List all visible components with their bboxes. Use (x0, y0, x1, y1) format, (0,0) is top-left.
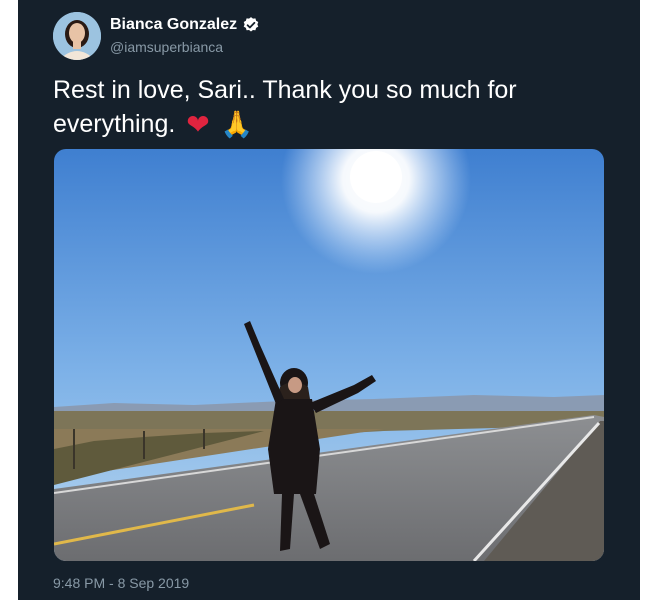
tweet-timestamp[interactable]: 9:48 PM - 8 Sep 2019 (53, 575, 189, 591)
praying-hands-emoji: 🙏 (220, 110, 254, 141)
author-block: Bianca Gonzalez @iamsuperbianca (110, 14, 260, 55)
tweet-photo[interactable] (54, 149, 604, 561)
display-name[interactable]: Bianca Gonzalez (110, 16, 237, 34)
avatar[interactable] (53, 12, 101, 60)
verified-badge-icon (242, 16, 260, 34)
name-row: Bianca Gonzalez (110, 14, 260, 36)
tweet-card: Bianca Gonzalez @iamsuperbianca Rest in … (18, 0, 640, 600)
heart-emoji: ❤ (186, 108, 210, 142)
user-handle[interactable]: @iamsuperbianca (110, 39, 260, 55)
tweet-text: Rest in love, Sari.. Thank you so much f… (53, 73, 613, 142)
tweet-body-text: Rest in love, Sari.. Thank you so much f… (53, 76, 517, 138)
